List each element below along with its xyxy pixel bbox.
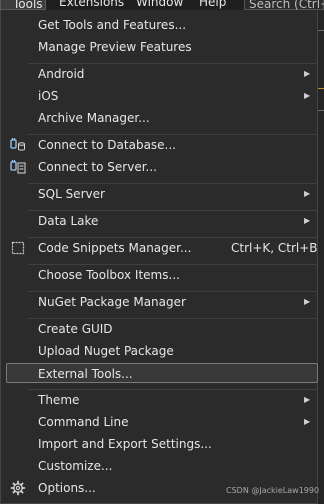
menu-item-theme[interactable]: Theme ▶ [6, 390, 318, 410]
connect-database-icon [10, 137, 26, 153]
menu-item-android[interactable]: Android ▶ [6, 64, 318, 84]
submenu-arrow-icon: ▶ [304, 417, 311, 426]
menu-item-label: Manage Preview Features [38, 40, 192, 54]
menu-item-customize[interactable]: Customize... [6, 456, 318, 476]
background-fragment [318, 30, 324, 39]
menu-item-label: External Tools... [38, 367, 133, 381]
background-fragment [318, 88, 324, 97]
submenu-arrow-icon: ▶ [304, 189, 311, 198]
menu-item-label: Import and Export Settings... [38, 437, 212, 451]
menu-item-label: Choose Toolbox Items... [38, 268, 180, 282]
menu-item-shortcut: Ctrl+K, Ctrl+B [231, 241, 318, 255]
menu-item-data-lake[interactable]: Data Lake ▶ [6, 211, 318, 231]
menu-item-connect-to-server[interactable]: Connect to Server... [6, 157, 318, 177]
search-box[interactable]: Search (Ctrl+Q [244, 0, 324, 10]
menu-item-label: Connect to Server... [38, 160, 157, 174]
gear-icon [10, 480, 26, 496]
menu-item-nuget-package-manager[interactable]: NuGet Package Manager ▶ [6, 292, 318, 312]
watermark: CSDN @JackieLaw1990 [226, 486, 320, 495]
menu-item-label: Archive Manager... [38, 111, 150, 125]
menu-item-code-snippets-manager[interactable]: Code Snippets Manager... Ctrl+K, Ctrl+B [6, 238, 318, 258]
menu-item-create-guid[interactable]: Create GUID [6, 319, 318, 339]
background-editor-strip [318, 10, 324, 504]
code-snippet-icon [10, 240, 26, 256]
menu-item-label: Create GUID [38, 322, 113, 336]
submenu-arrow-icon: ▶ [304, 91, 311, 100]
submenu-arrow-icon: ▶ [304, 216, 311, 225]
menu-item-manage-preview-features[interactable]: Manage Preview Features [6, 37, 318, 57]
menu-item-label: Command Line [38, 415, 129, 429]
menu-item-import-export-settings[interactable]: Import and Export Settings... [6, 434, 318, 454]
menu-item-connect-to-database[interactable]: Connect to Database... [6, 135, 318, 155]
menubar-extensions[interactable]: Extensions [59, 0, 124, 9]
menu-item-label: Theme [38, 393, 80, 407]
menu-item-choose-toolbox-items[interactable]: Choose Toolbox Items... [6, 265, 318, 285]
menu-item-external-tools[interactable]: External Tools... [6, 363, 318, 383]
menu-item-sql-server[interactable]: SQL Server ▶ [6, 184, 318, 204]
menubar-window[interactable]: Window [136, 0, 183, 9]
menu-item-label: Connect to Database... [38, 138, 176, 152]
background-fragment [318, 110, 324, 119]
menu-item-label: iOS [38, 89, 59, 103]
connect-server-icon [10, 159, 26, 175]
menu-item-archive-manager[interactable]: Archive Manager... [6, 108, 318, 128]
menu-item-label: Data Lake [38, 214, 99, 228]
menu-item-label: SQL Server [38, 187, 105, 201]
menu-item-upload-nuget-package[interactable]: Upload Nuget Package [6, 341, 318, 361]
menu-item-command-line[interactable]: Command Line ▶ [6, 412, 318, 432]
menu-item-label: Options... [38, 481, 96, 495]
submenu-arrow-icon: ▶ [304, 297, 311, 306]
menubar-tools[interactable]: Tools [0, 0, 46, 10]
menu-item-label: Get Tools and Features... [38, 18, 187, 32]
submenu-arrow-icon: ▶ [304, 69, 311, 78]
menu-item-ios[interactable]: iOS ▶ [6, 86, 318, 106]
tools-dropdown-menu: Get Tools and Features... Manage Preview… [0, 10, 318, 504]
menu-bar: Tools Extensions Window Help Search (Ctr… [0, 0, 324, 10]
menu-item-label: Android [38, 67, 85, 81]
menu-item-label: Customize... [38, 459, 113, 473]
menu-item-label: Code Snippets Manager... [38, 241, 192, 255]
menu-item-label: NuGet Package Manager [38, 295, 186, 309]
submenu-arrow-icon: ▶ [304, 395, 311, 404]
menubar-help[interactable]: Help [199, 0, 226, 9]
menu-item-label: Upload Nuget Package [38, 344, 174, 358]
menu-item-get-tools[interactable]: Get Tools and Features... [6, 15, 318, 35]
